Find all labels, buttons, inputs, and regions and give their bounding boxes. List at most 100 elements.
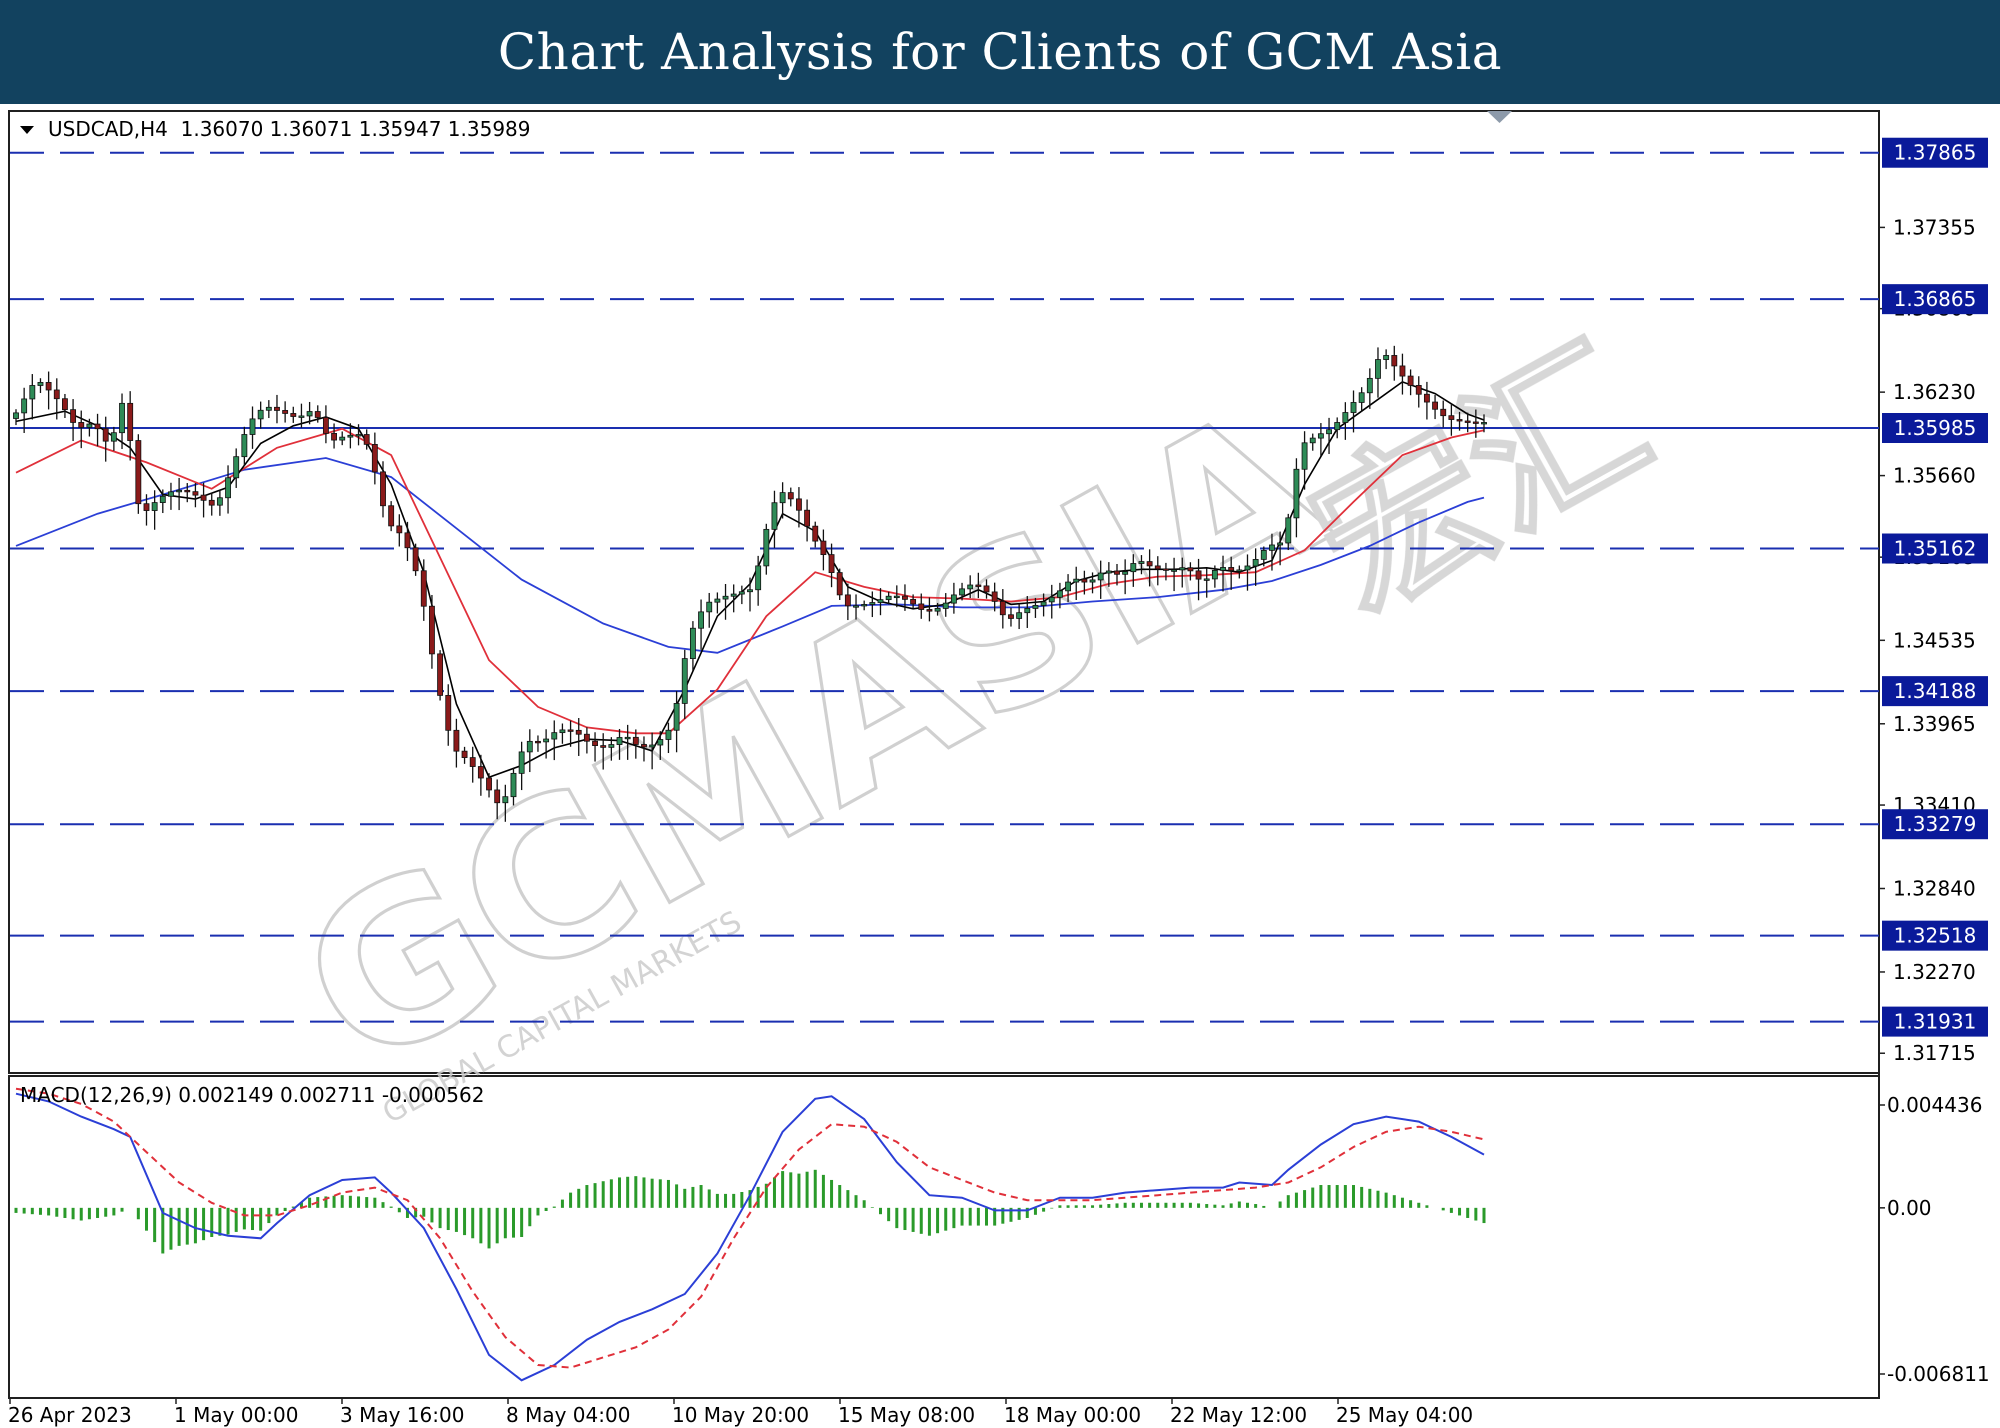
macd-axis: 0.004436 0.00 -0.006811 <box>1879 1093 1990 1386</box>
candle-body <box>1269 544 1275 551</box>
candle-body <box>233 456 240 479</box>
candle-body <box>1130 563 1137 573</box>
candle-body <box>119 402 125 434</box>
candle-body <box>1211 569 1218 580</box>
candle-body <box>1481 422 1487 425</box>
price-tick-label: 1.35660 <box>1893 464 1976 488</box>
candle-body <box>673 703 680 731</box>
time-tick-label: 15 May 08:00 <box>838 1403 975 1427</box>
candle-body <box>86 423 93 428</box>
candle-body <box>412 547 419 572</box>
candle-body <box>518 751 525 774</box>
candle-body <box>910 598 917 605</box>
candle-body <box>812 525 819 542</box>
candle-body <box>1195 570 1202 580</box>
candle-body <box>396 525 403 534</box>
time-tick-label: 1 May 00:00 <box>174 1403 298 1427</box>
candle-body <box>404 532 411 549</box>
candle-body <box>1277 542 1284 546</box>
candle-body <box>249 418 256 435</box>
candle-body <box>959 588 965 596</box>
candle-body <box>1236 569 1243 572</box>
level-label: 1.35162 <box>1894 537 1977 561</box>
candle-body <box>657 739 664 746</box>
candle-body <box>1146 561 1153 567</box>
candle-body <box>486 777 492 791</box>
candle-body <box>1383 355 1390 360</box>
candle-body <box>388 505 395 527</box>
candle-body <box>192 491 199 496</box>
candle-body <box>151 502 158 511</box>
candle-body <box>274 406 280 411</box>
candle-body <box>510 772 517 798</box>
candle-body <box>1423 393 1430 403</box>
candle-body <box>331 432 337 441</box>
candle-body <box>437 653 444 696</box>
price-tick-label: 1.33965 <box>1893 712 1976 736</box>
candle-body <box>1187 567 1194 572</box>
candle-body <box>1285 517 1292 544</box>
time-tick-label: 22 May 12:00 <box>1170 1403 1307 1427</box>
candle-body <box>1326 429 1332 435</box>
candle-body <box>1464 420 1471 423</box>
candle-body <box>1399 365 1406 377</box>
price-tick-label: 1.36230 <box>1893 380 1976 404</box>
candle-body <box>94 423 101 430</box>
candle-body <box>29 385 36 400</box>
price-tick-label: 1.31715 <box>1893 1041 1976 1065</box>
time-tick-label: 3 May 16:00 <box>340 1403 464 1427</box>
candle-body <box>665 729 672 740</box>
title-banner: Chart Analysis for Clients of GCM Asia <box>0 0 2000 104</box>
candle-body <box>445 695 452 731</box>
candle-body <box>1244 565 1251 571</box>
candle-body <box>70 409 77 423</box>
candle-body <box>583 733 590 742</box>
candle-body <box>1032 605 1039 609</box>
candle-body <box>143 503 150 511</box>
candle-body <box>1154 565 1161 570</box>
time-tick-label: 26 Apr 2023 <box>8 1403 132 1427</box>
candle-body <box>1309 437 1316 444</box>
candle-body <box>429 605 435 655</box>
candle-body <box>1432 401 1438 410</box>
candle-body <box>1122 571 1129 575</box>
candle-body <box>159 495 166 503</box>
candle-body <box>575 729 582 735</box>
candle-body <box>885 595 892 601</box>
candle-body <box>983 585 990 593</box>
candle-body <box>771 502 778 530</box>
candle-body <box>53 389 60 400</box>
candle-body <box>453 729 460 752</box>
macd-tick-label: 0.004436 <box>1887 1093 1982 1117</box>
candle-body <box>543 738 550 743</box>
candle-body <box>592 740 598 746</box>
candle-body <box>127 402 134 441</box>
candle-body <box>1260 549 1267 560</box>
time-tick-label: 18 May 00:00 <box>1004 1403 1141 1427</box>
candle-body <box>706 601 713 613</box>
candle-body <box>420 570 427 607</box>
level-price-labels: 1.37865 1.36865 1.35985 1.35162 1.34188 1.332… <box>1882 137 1988 1037</box>
candle-body <box>45 382 52 391</box>
candle-body <box>1081 578 1088 583</box>
time-tick-label: 25 May 04:00 <box>1336 1403 1473 1427</box>
candle-body <box>282 410 289 414</box>
candle-body <box>1350 402 1357 413</box>
candle-body <box>1407 375 1414 386</box>
level-label: 1.31931 <box>1894 1010 1977 1034</box>
candle-body <box>975 584 982 587</box>
candle-body <box>380 471 386 507</box>
candle-body <box>1317 433 1324 439</box>
candle-body <box>779 492 786 504</box>
candle-body <box>559 729 566 734</box>
price-header: USDCAD,H4 1.36070 1.36071 1.35947 1.3598… <box>48 117 531 141</box>
candle-body <box>208 499 215 506</box>
candle-body <box>861 604 868 607</box>
candle-body <box>1440 408 1447 417</box>
candle-body <box>1391 355 1398 367</box>
candle-body <box>698 611 704 629</box>
candle-body <box>355 434 362 437</box>
candle-body <box>893 595 900 599</box>
candle-body <box>641 744 647 748</box>
trading-chart[interactable]: GCMASIA 宏汇 GLOBAL CAPITAL MARKETS 1.3735… <box>0 104 2000 1428</box>
